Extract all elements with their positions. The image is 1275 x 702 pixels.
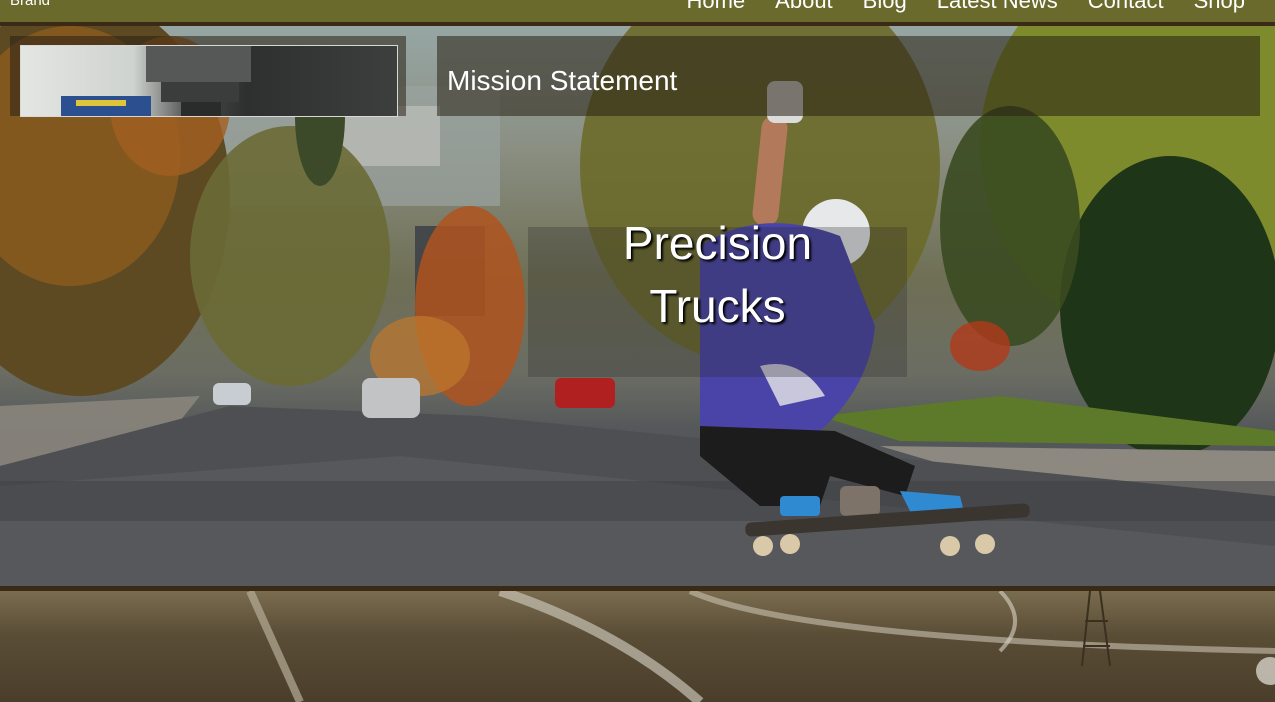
nav-link-contact[interactable]: Contact	[1088, 0, 1164, 13]
nav-item-blog: Blog	[863, 0, 907, 16]
hero-title-line2: Trucks	[649, 280, 786, 332]
mission-title: Mission Statement	[447, 65, 678, 96]
nav-item-home: Home	[686, 0, 745, 16]
nav-item-latest-news: Latest News	[937, 0, 1058, 16]
hero-title-line1: Precision	[622, 217, 813, 269]
nav-link-shop[interactable]: Shop	[1194, 0, 1245, 13]
brand-link[interactable]: Brand	[10, 0, 50, 11]
nav-item-shop: Shop	[1194, 0, 1245, 16]
nav-item-about: About	[775, 0, 833, 16]
nav-menu: Home About Blog Latest News Contact Shop	[686, 0, 1245, 16]
nav-link-home[interactable]: Home	[686, 0, 745, 13]
page: Brand Home About Blog Latest News Contac…	[0, 0, 1275, 702]
machine-photo	[20, 45, 398, 117]
section-background-photo	[246, 591, 1275, 702]
hero-title: Precision Trucks	[528, 212, 907, 338]
content-section	[0, 591, 1275, 702]
milling-machine-image	[61, 46, 251, 116]
navbar: Brand Home About Blog Latest News Contac…	[0, 0, 1275, 26]
nav-link-about[interactable]: About	[775, 0, 833, 13]
nav-link-latest-news[interactable]: Latest News	[937, 0, 1058, 13]
nav-link-blog[interactable]: Blog	[863, 0, 907, 13]
nav-item-contact: Contact	[1088, 0, 1164, 16]
